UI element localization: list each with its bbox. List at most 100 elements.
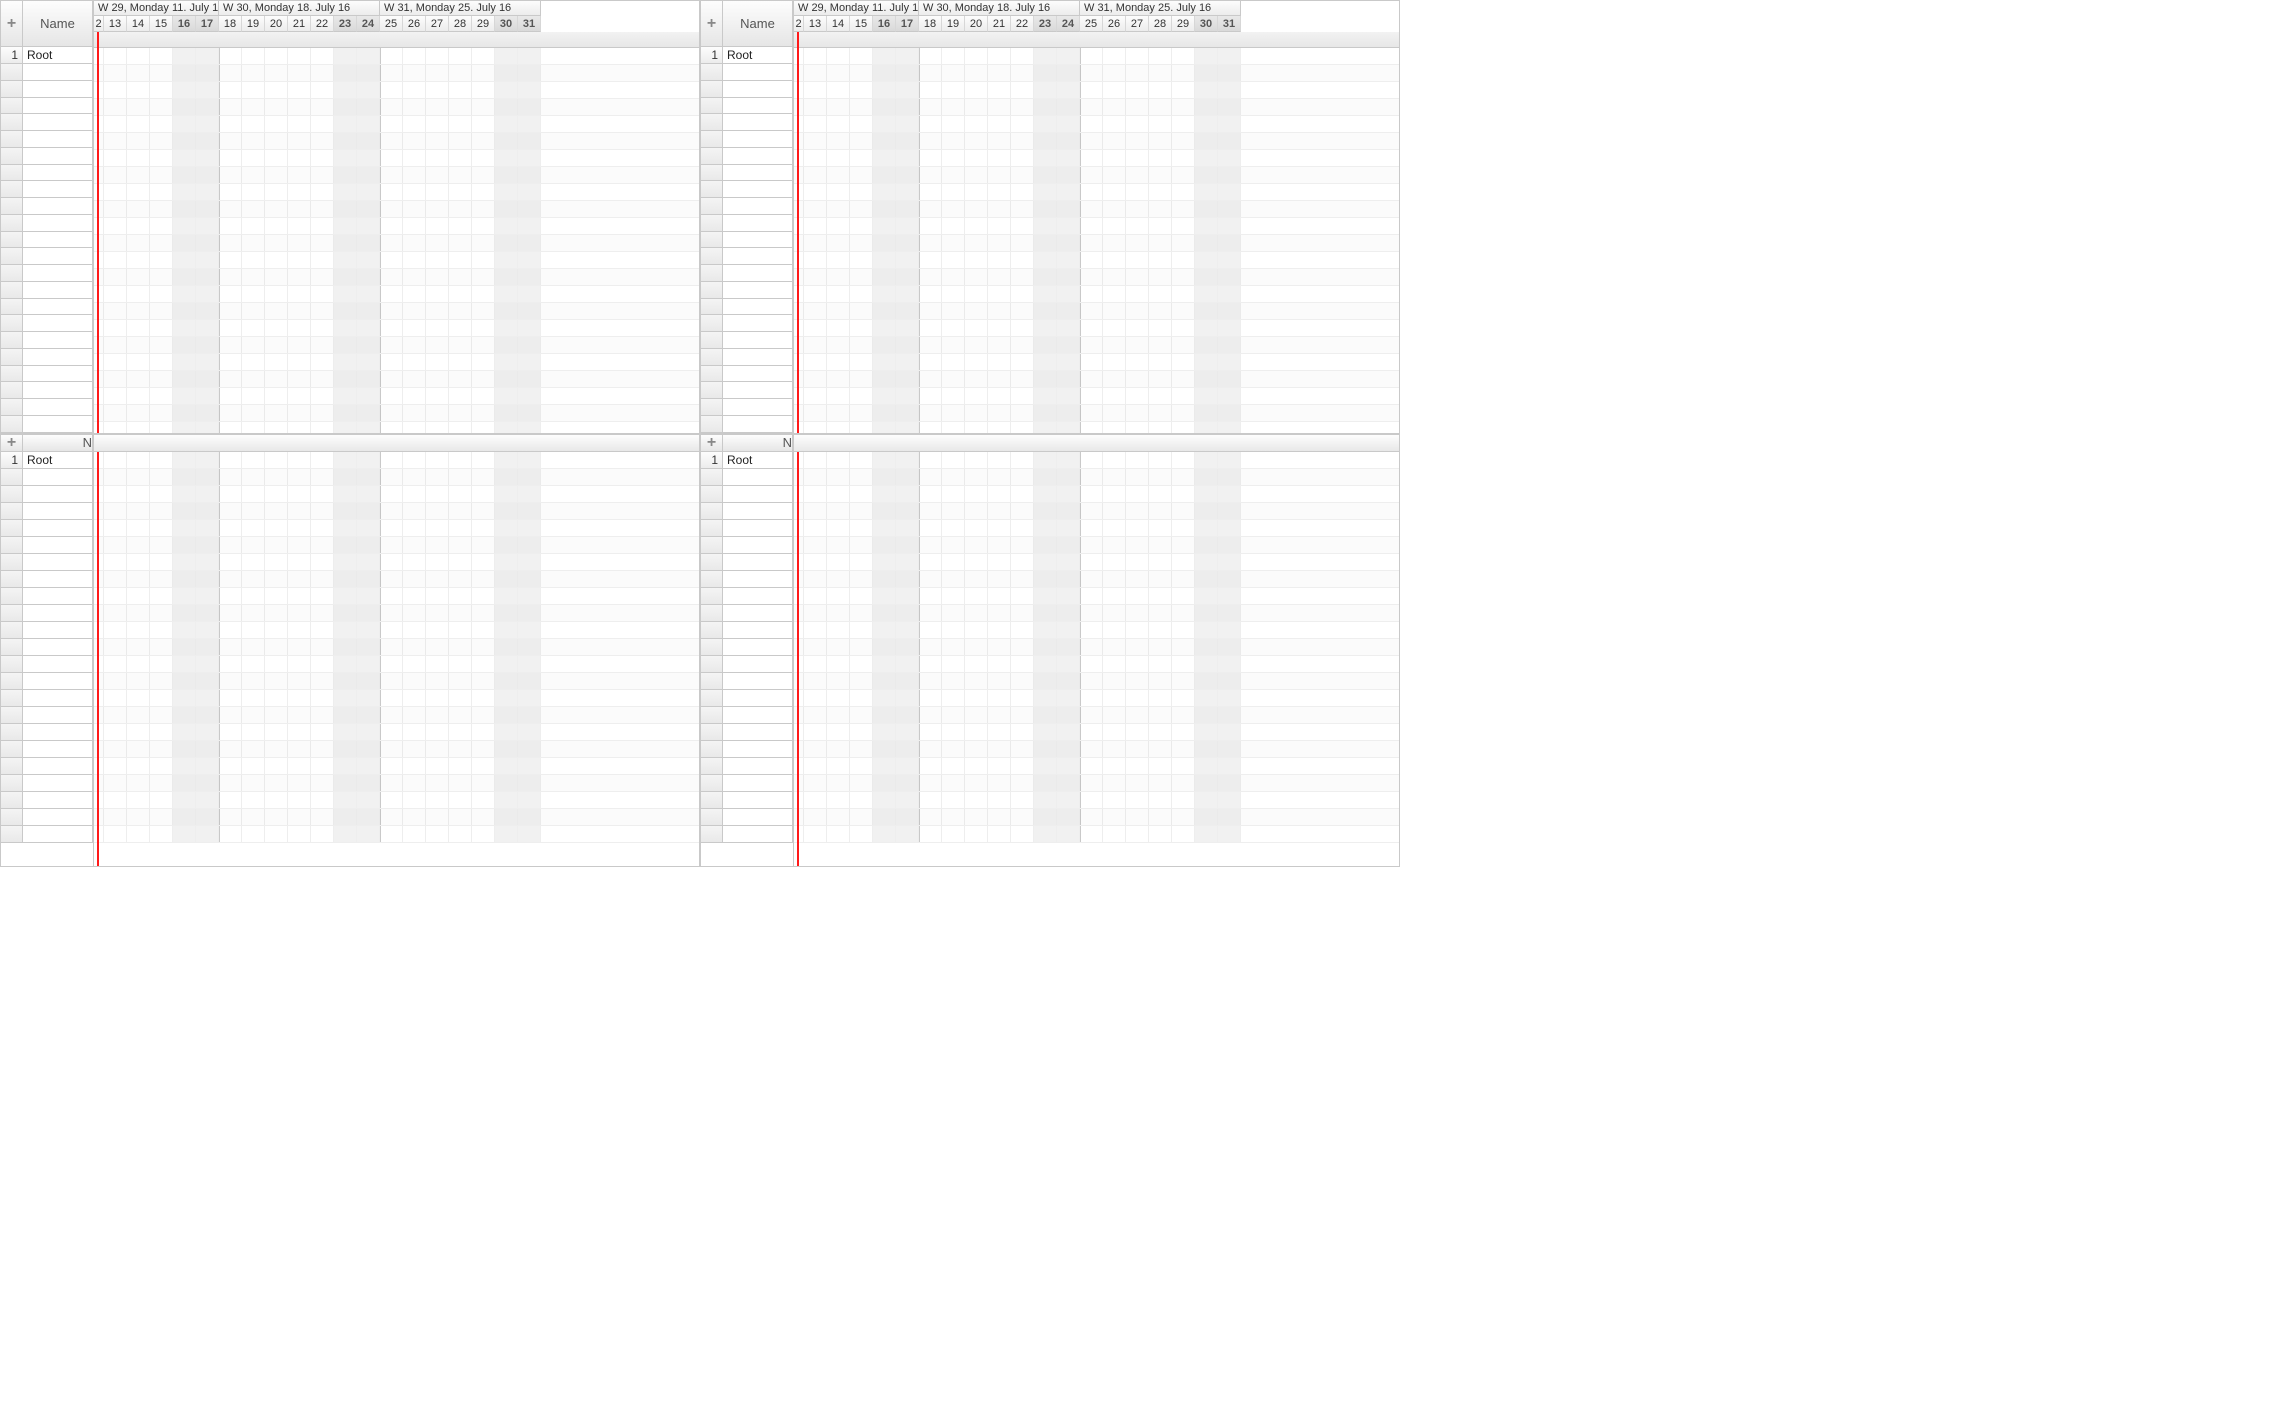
row-number-cell[interactable] [701, 724, 723, 741]
row-number-cell[interactable] [1, 215, 23, 232]
timeline-row[interactable] [794, 184, 1399, 201]
row-number-cell[interactable] [701, 114, 723, 131]
row-number-cell[interactable] [1, 724, 23, 741]
empty-name-cell[interactable] [723, 707, 793, 724]
timeline-row[interactable] [794, 422, 1399, 433]
timeline-area[interactable] [93, 435, 699, 867]
timeline-row[interactable] [94, 826, 699, 843]
empty-name-cell[interactable] [23, 232, 93, 249]
row-number-cell[interactable]: 1 [701, 452, 723, 469]
row-number-cell[interactable] [1, 605, 23, 622]
row-number-cell[interactable] [1, 165, 23, 182]
empty-name-cell[interactable] [23, 366, 93, 383]
row-number-cell[interactable] [1, 656, 23, 673]
timeline-row[interactable] [794, 520, 1399, 537]
name-column-header[interactable]: N [723, 435, 793, 452]
empty-name-cell[interactable] [23, 81, 93, 98]
empty-name-cell[interactable] [23, 809, 93, 826]
empty-name-cell[interactable] [723, 537, 793, 554]
empty-name-cell[interactable] [723, 148, 793, 165]
row-number-cell[interactable] [1, 282, 23, 299]
day-header[interactable]: 27 [1126, 16, 1149, 32]
day-header[interactable]: 16 [873, 16, 896, 32]
timeline-row[interactable] [94, 775, 699, 792]
empty-name-cell[interactable] [23, 588, 93, 605]
row-number-cell[interactable] [1, 98, 23, 115]
empty-name-cell[interactable] [723, 215, 793, 232]
empty-name-cell[interactable] [23, 554, 93, 571]
timeline-row[interactable] [794, 133, 1399, 150]
row-number-cell[interactable] [701, 673, 723, 690]
timeline-row[interactable] [794, 707, 1399, 724]
row-number-cell[interactable] [1, 673, 23, 690]
row-number-cell[interactable] [701, 588, 723, 605]
row-number-cell[interactable] [1, 554, 23, 571]
timeline-row[interactable] [94, 503, 699, 520]
timeline-row[interactable] [794, 218, 1399, 235]
empty-name-cell[interactable] [723, 315, 793, 332]
timeline-row[interactable] [94, 218, 699, 235]
row-number-cell[interactable] [1, 486, 23, 503]
row-number-cell[interactable] [1, 622, 23, 639]
task-name-cell[interactable]: Root [23, 47, 93, 64]
row-number-cell[interactable] [1, 775, 23, 792]
timeline-row[interactable] [94, 741, 699, 758]
row-number-cell[interactable] [701, 81, 723, 98]
timeline-row[interactable] [94, 116, 699, 133]
timeline-row[interactable] [94, 405, 699, 422]
empty-name-cell[interactable] [23, 181, 93, 198]
row-number-cell[interactable] [701, 639, 723, 656]
empty-name-cell[interactable] [723, 366, 793, 383]
day-header[interactable]: 24 [357, 16, 380, 32]
empty-name-cell[interactable] [23, 248, 93, 265]
empty-name-cell[interactable] [23, 349, 93, 366]
day-header[interactable]: 28 [449, 16, 472, 32]
row-number-cell[interactable] [1, 809, 23, 826]
timeline-row[interactable] [94, 133, 699, 150]
empty-name-cell[interactable] [23, 165, 93, 182]
task-name-cell[interactable]: Root [723, 47, 793, 64]
empty-name-cell[interactable] [723, 469, 793, 486]
timeline-row[interactable] [794, 167, 1399, 184]
timeline-row[interactable] [794, 724, 1399, 741]
day-header[interactable]: 21 [988, 16, 1011, 32]
empty-name-cell[interactable] [723, 282, 793, 299]
row-number-cell[interactable] [701, 469, 723, 486]
row-number-cell[interactable] [701, 520, 723, 537]
timeline-row[interactable] [794, 116, 1399, 133]
empty-name-cell[interactable] [723, 673, 793, 690]
timeline-row[interactable] [94, 656, 699, 673]
row-number-cell[interactable] [1, 588, 23, 605]
empty-name-cell[interactable] [23, 416, 93, 433]
day-header[interactable]: 18 [919, 16, 942, 32]
timeline-row[interactable] [94, 167, 699, 184]
timeline-row[interactable] [794, 656, 1399, 673]
empty-name-cell[interactable] [23, 282, 93, 299]
timeline-row[interactable] [94, 388, 699, 405]
empty-name-cell[interactable] [723, 690, 793, 707]
timeline-row[interactable] [94, 303, 699, 320]
timeline-row[interactable] [94, 82, 699, 99]
row-number-cell[interactable] [1, 382, 23, 399]
add-row-button[interactable]: + [701, 1, 723, 47]
empty-name-cell[interactable] [723, 639, 793, 656]
day-header[interactable]: 20 [965, 16, 988, 32]
row-number-cell[interactable] [1, 503, 23, 520]
row-number-cell[interactable] [701, 349, 723, 366]
timeline-row[interactable] [794, 741, 1399, 758]
row-number-cell[interactable] [1, 332, 23, 349]
week-header[interactable]: W 31, Monday 25. July 16 [380, 1, 541, 16]
row-number-cell[interactable] [1, 232, 23, 249]
empty-name-cell[interactable] [23, 741, 93, 758]
empty-name-cell[interactable] [723, 520, 793, 537]
empty-name-cell[interactable] [723, 775, 793, 792]
timeline-row[interactable] [94, 201, 699, 218]
timeline-row[interactable] [94, 622, 699, 639]
timeline-row[interactable] [794, 588, 1399, 605]
day-header[interactable]: 20 [265, 16, 288, 32]
timeline-row[interactable] [794, 826, 1399, 843]
row-number-cell[interactable] [701, 503, 723, 520]
timeline-row[interactable] [94, 588, 699, 605]
add-row-button[interactable]: + [701, 435, 723, 452]
empty-name-cell[interactable] [23, 605, 93, 622]
